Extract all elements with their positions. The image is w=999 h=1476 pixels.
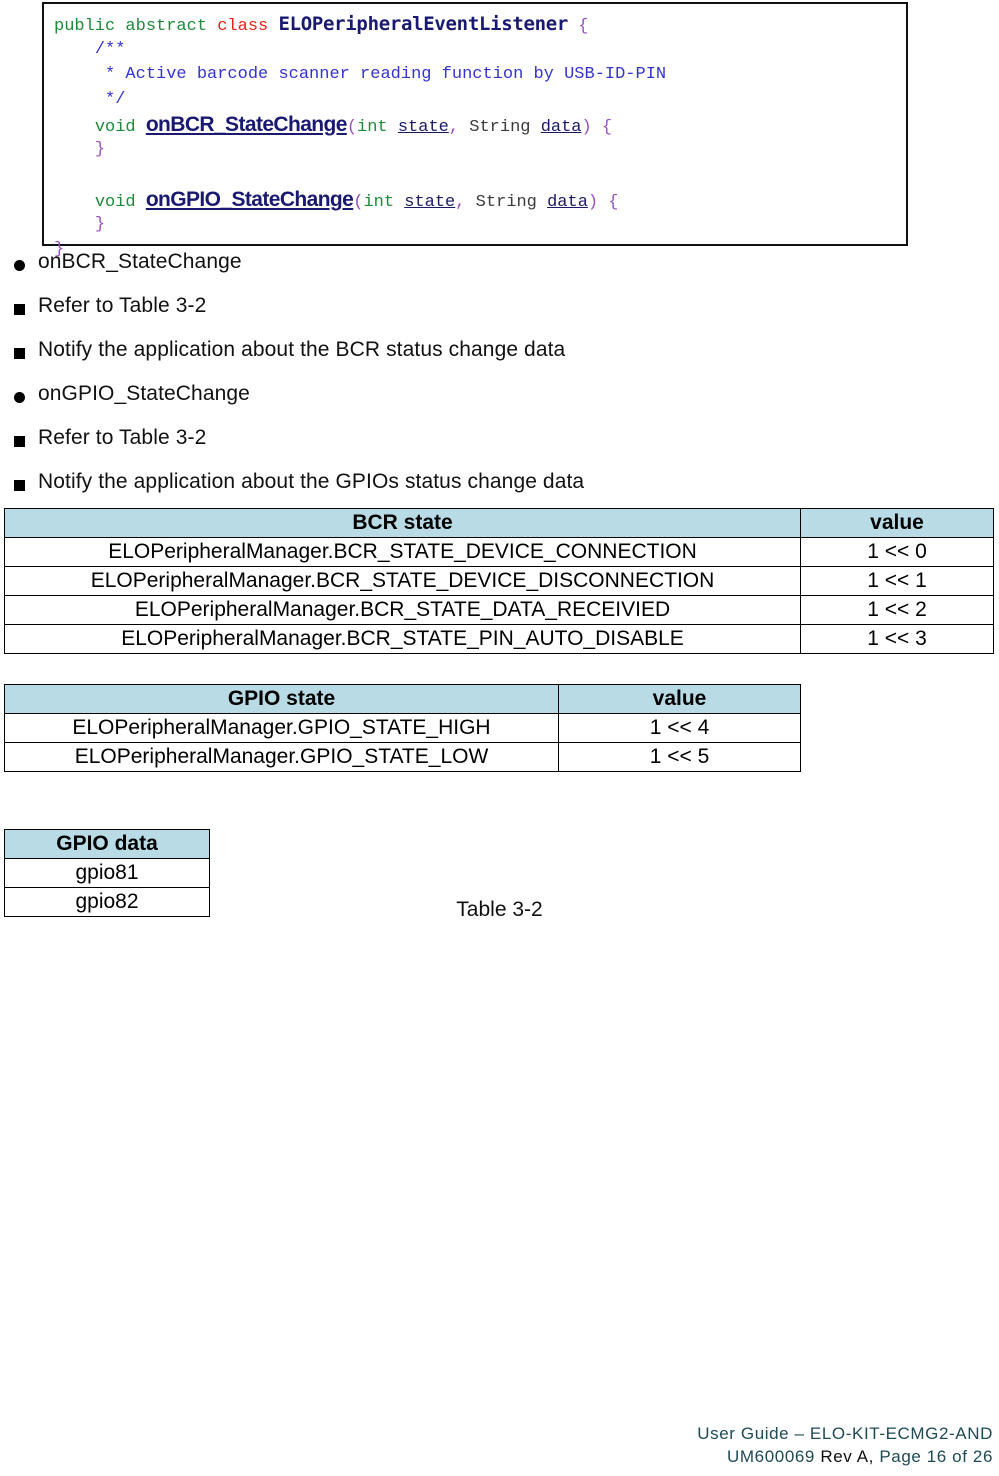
code-token: public abstract xyxy=(54,17,218,36)
list-item-label: onGPIO_StateChange xyxy=(38,382,250,405)
footer-line-product: User Guide – ELO-KIT-ECMG2-AND xyxy=(697,1424,993,1443)
code-token: , xyxy=(448,118,470,137)
code-line: */ xyxy=(54,87,906,112)
bcr-state-table: BCR state value ELOPeripheralManager.BCR… xyxy=(4,508,994,654)
list-item-label: Notify the application about the BCR sta… xyxy=(38,338,566,361)
code-block: public abstract class ELOPeripheralEvent… xyxy=(42,2,908,259)
list-item: Refer to Table 3-2 xyxy=(0,424,999,468)
table-row: ELOPeripheralManager.BCR_STATE_DEVICE_DI… xyxy=(4,566,994,596)
code-token: state xyxy=(397,118,449,137)
bullet-glyph xyxy=(13,479,25,491)
code-token: data xyxy=(547,193,588,212)
code-token: onBCR_StateChange xyxy=(145,113,348,136)
code-token: */ xyxy=(94,90,126,109)
table-cell: 1 << 0 xyxy=(800,537,994,567)
code-token: data xyxy=(540,118,582,137)
bullet-square-icon xyxy=(0,292,38,323)
bullet-glyph xyxy=(13,303,25,315)
table-cell: gpio81 xyxy=(4,858,210,888)
code-line: public abstract class ELOPeripheralEvent… xyxy=(54,12,906,37)
code-token: int xyxy=(363,193,405,212)
list-item: Notify the application about the GPIOs s… xyxy=(0,468,999,512)
gpio-header-value: value xyxy=(558,684,801,714)
code-token: * Active barcode scanner reading functio… xyxy=(94,65,667,84)
code-token: ELOPeripheralEventListener xyxy=(278,13,569,35)
code-token: ) { xyxy=(581,118,613,137)
table-row: ELOPeripheralManager.GPIO_STATE_HIGH 1 <<… xyxy=(4,713,801,743)
list-item: onGPIO_StateChange xyxy=(0,380,999,424)
code-line: /** xyxy=(54,37,906,62)
table-cell: 1 << 4 xyxy=(558,713,801,743)
gpio-header-state: GPIO state xyxy=(4,684,559,714)
list-item: Notify the application about the BCR sta… xyxy=(0,336,999,380)
bullet-square-icon xyxy=(0,336,38,367)
footer-line-revision: UM600069 Rev A, Page 16 of 26 xyxy=(697,1445,993,1468)
bullet-glyph xyxy=(13,435,25,447)
code-token: , xyxy=(455,193,476,212)
code-line: } xyxy=(54,212,906,237)
bullet-glyph xyxy=(13,259,25,271)
code-token: String xyxy=(475,193,548,212)
code-token: void xyxy=(94,118,146,137)
code-token: class xyxy=(217,17,279,36)
table-row: ELOPeripheralManager.BCR_STATE_DEVICE_CO… xyxy=(4,537,994,567)
list-item-label: onBCR_StateChange xyxy=(38,250,242,273)
bullet-square-icon xyxy=(0,424,38,455)
table-cell: 1 << 2 xyxy=(800,595,994,625)
table-cell: 1 << 5 xyxy=(558,742,801,772)
code-token: } xyxy=(94,215,106,234)
code-token: /** xyxy=(94,40,126,59)
code-token: String xyxy=(469,118,541,137)
code-line: void onGPIO_StateChange(int state, Strin… xyxy=(54,187,906,212)
table-row: ELOPeripheralManager.BCR_STATE_PIN_AUTO_… xyxy=(4,624,994,654)
table-header-row: GPIO data xyxy=(4,829,210,859)
code-token: void xyxy=(94,193,146,212)
list-item-label: Refer to Table 3-2 xyxy=(38,294,207,317)
table-cell: ELOPeripheralManager.BCR_STATE_PIN_AUTO_… xyxy=(4,624,801,654)
footer-page-number: Page 16 of 26 xyxy=(879,1447,993,1466)
bullet-disc-icon xyxy=(0,380,38,411)
gpio-state-table: GPIO state value ELOPeripheralManager.GP… xyxy=(4,684,801,772)
table-cell: ELOPeripheralManager.BCR_STATE_DATA_RECE… xyxy=(4,595,801,625)
bullet-glyph xyxy=(13,347,25,359)
table-header-row: BCR state value xyxy=(4,508,994,538)
code-line: } xyxy=(54,137,906,162)
table-row: gpio81 xyxy=(4,858,210,888)
code-token: { xyxy=(568,17,589,36)
table-cell: 1 << 1 xyxy=(800,566,994,596)
code-token: ) { xyxy=(587,193,619,212)
list-item-label: Refer to Table 3-2 xyxy=(38,426,207,449)
bcr-header-value: value xyxy=(800,508,994,538)
code-token: int xyxy=(357,118,398,137)
footer-doc-number: UM600069 xyxy=(727,1447,815,1466)
bullet-square-icon xyxy=(0,468,38,499)
bullet-list: onBCR_StateChange Refer to Table 3-2 Notif… xyxy=(0,248,999,512)
code-line: void onBCR_StateChange(int state, String… xyxy=(54,112,906,137)
table-row: ELOPeripheralManager.GPIO_STATE_LOW 1 << … xyxy=(4,742,801,772)
code-line: * Active barcode scanner reading functio… xyxy=(54,62,906,87)
table-caption: Table 3-2 xyxy=(456,898,543,921)
page-footer: User Guide – ELO-KIT-ECMG2-AND UM600069 … xyxy=(697,1422,993,1468)
gpio-data-header: GPIO data xyxy=(4,829,210,859)
code-token: ( xyxy=(346,118,358,137)
table-cell: ELOPeripheralManager.GPIO_STATE_HIGH xyxy=(4,713,559,743)
footer-revision: Rev A, xyxy=(820,1447,874,1466)
table-cell: ELOPeripheralManager.BCR_STATE_DEVICE_CO… xyxy=(4,537,801,567)
code-token: state xyxy=(404,193,456,212)
bullet-glyph xyxy=(13,391,25,403)
table-cell: ELOPeripheralManager.GPIO_STATE_LOW xyxy=(4,742,559,772)
code-token: } xyxy=(94,140,106,159)
list-item: Refer to Table 3-2 xyxy=(0,292,999,336)
table-header-row: GPIO state value xyxy=(4,684,801,714)
bullet-disc-icon xyxy=(0,248,38,279)
list-item: onBCR_StateChange xyxy=(0,248,999,292)
table-cell: ELOPeripheralManager.BCR_STATE_DEVICE_DI… xyxy=(4,566,801,596)
list-item-label: Notify the application about the GPIOs s… xyxy=(38,470,585,493)
table-cell: 1 << 3 xyxy=(800,624,994,654)
code-token: onGPIO_StateChange xyxy=(145,188,354,211)
table-row: ELOPeripheralManager.BCR_STATE_DATA_RECE… xyxy=(4,595,994,625)
bcr-header-state: BCR state xyxy=(4,508,801,538)
code-token: ( xyxy=(353,193,364,212)
